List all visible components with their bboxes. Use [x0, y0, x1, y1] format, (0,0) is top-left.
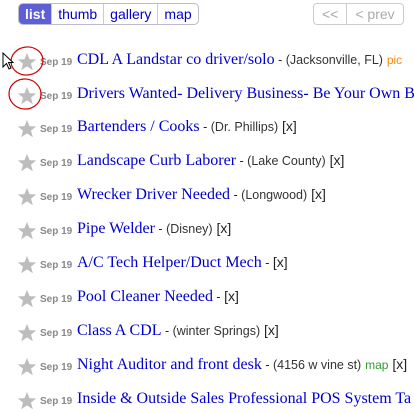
- star-icon[interactable]: [17, 323, 37, 343]
- star-icon[interactable]: [17, 391, 37, 411]
- list-item: Sep 19 Class A CDL - (winter Springs) [x…: [0, 319, 414, 345]
- posting-date: Sep 19: [40, 396, 73, 407]
- posting-date: Sep 19: [40, 192, 73, 203]
- posting-date: Sep 19: [40, 124, 73, 135]
- listing-title-link[interactable]: Landscape Curb Laborer: [77, 152, 236, 169]
- neighborhood: (4156 w vine st): [272, 358, 362, 372]
- listing-title-link[interactable]: CDL A Landstar co driver/solo: [77, 51, 275, 68]
- listing-title-link[interactable]: A/C Tech Helper/Duct Mech: [77, 254, 262, 271]
- pic-tag: pic: [386, 53, 403, 67]
- separator: -: [230, 188, 242, 202]
- separator: -: [236, 154, 248, 168]
- posting-date: Sep 19: [40, 294, 73, 305]
- star-icon[interactable]: [17, 357, 37, 377]
- list-item: Sep 19 Drivers Wanted- Delivery Business…: [0, 82, 414, 108]
- star-icon[interactable]: [17, 153, 37, 173]
- separator: -: [274, 53, 286, 67]
- neighborhood: (Jacksonville, FL): [285, 53, 383, 67]
- neighborhood: (Longwood): [241, 188, 308, 202]
- listing-title-link[interactable]: Pipe Welder: [77, 220, 155, 237]
- hide-listing-button[interactable]: [x]: [224, 288, 239, 304]
- hide-listing-button[interactable]: [x]: [311, 186, 326, 202]
- list-item: Sep 19 Wrecker Driver Needed - (Longwood…: [0, 183, 414, 209]
- listing-title-link[interactable]: Class A CDL: [77, 322, 161, 339]
- hide-listing-button[interactable]: [x]: [392, 356, 407, 372]
- posting-date: Sep 19: [40, 57, 73, 68]
- separator: -: [212, 290, 225, 304]
- hide-listing-button[interactable]: [x]: [330, 152, 345, 168]
- list-item: Sep 19 Pipe Welder - (Disney) [x]: [0, 217, 414, 243]
- listing-title-link[interactable]: Bartenders / Cooks: [77, 118, 200, 135]
- list-item: Sep 19 Night Auditor and front desk - (4…: [0, 353, 414, 379]
- posting-date: Sep 19: [40, 328, 73, 339]
- star-icon[interactable]: [17, 52, 37, 72]
- neighborhood: (Dr. Phillips): [210, 120, 279, 134]
- hide-listing-button[interactable]: [x]: [273, 254, 288, 270]
- hide-listing-button[interactable]: [x]: [264, 322, 279, 338]
- separator: -: [261, 256, 273, 270]
- star-icon[interactable]: [17, 86, 37, 106]
- list-item: Sep 19 Bartenders / Cooks - (Dr. Phillip…: [0, 115, 414, 141]
- neighborhood: (winter Springs): [172, 324, 261, 338]
- star-icon[interactable]: [17, 221, 37, 241]
- list-item: Sep 19 CDL A Landstar co driver/solo - (…: [0, 48, 414, 74]
- star-icon[interactable]: [17, 255, 37, 275]
- list-item: Sep 19 A/C Tech Helper/Duct Mech - [x]: [0, 251, 414, 277]
- list-item: Sep 19 Inside & Outside Sales Profession…: [0, 387, 414, 413]
- posting-date: Sep 19: [40, 91, 73, 102]
- listing-title-link[interactable]: Wrecker Driver Needed: [77, 186, 230, 203]
- neighborhood: (Lake County): [247, 154, 326, 168]
- separator: -: [161, 324, 173, 338]
- mouse-cursor-icon: [2, 52, 14, 70]
- list-item: Sep 19 Landscape Curb Laborer - (Lake Co…: [0, 149, 414, 175]
- hide-listing-button[interactable]: [x]: [282, 118, 297, 134]
- star-icon[interactable]: [17, 187, 37, 207]
- listing-title-link[interactable]: Night Auditor and front desk: [77, 356, 262, 373]
- listing-title-link[interactable]: Drivers Wanted- Delivery Business- Be Yo…: [77, 85, 414, 102]
- map-tag: map: [365, 358, 389, 372]
- star-icon[interactable]: [17, 119, 37, 139]
- star-icon[interactable]: [17, 289, 37, 309]
- hide-listing-button[interactable]: [x]: [217, 220, 232, 236]
- listing-title-link[interactable]: Pool Cleaner Needed: [77, 288, 213, 305]
- posting-date: Sep 19: [40, 226, 73, 237]
- separator: -: [199, 120, 211, 134]
- separator: -: [261, 358, 273, 372]
- posting-date: Sep 19: [40, 260, 73, 271]
- posting-date: Sep 19: [40, 158, 73, 169]
- listing-title-link[interactable]: Inside & Outside Sales Professional POS …: [77, 390, 411, 407]
- listing-list: Sep 19 CDL A Landstar co driver/solo - (…: [0, 0, 414, 413]
- neighborhood: (Disney): [166, 222, 213, 236]
- list-item: Sep 19 Pool Cleaner Needed - [x]: [0, 285, 414, 311]
- separator: -: [154, 222, 167, 236]
- posting-date: Sep 19: [40, 362, 73, 373]
